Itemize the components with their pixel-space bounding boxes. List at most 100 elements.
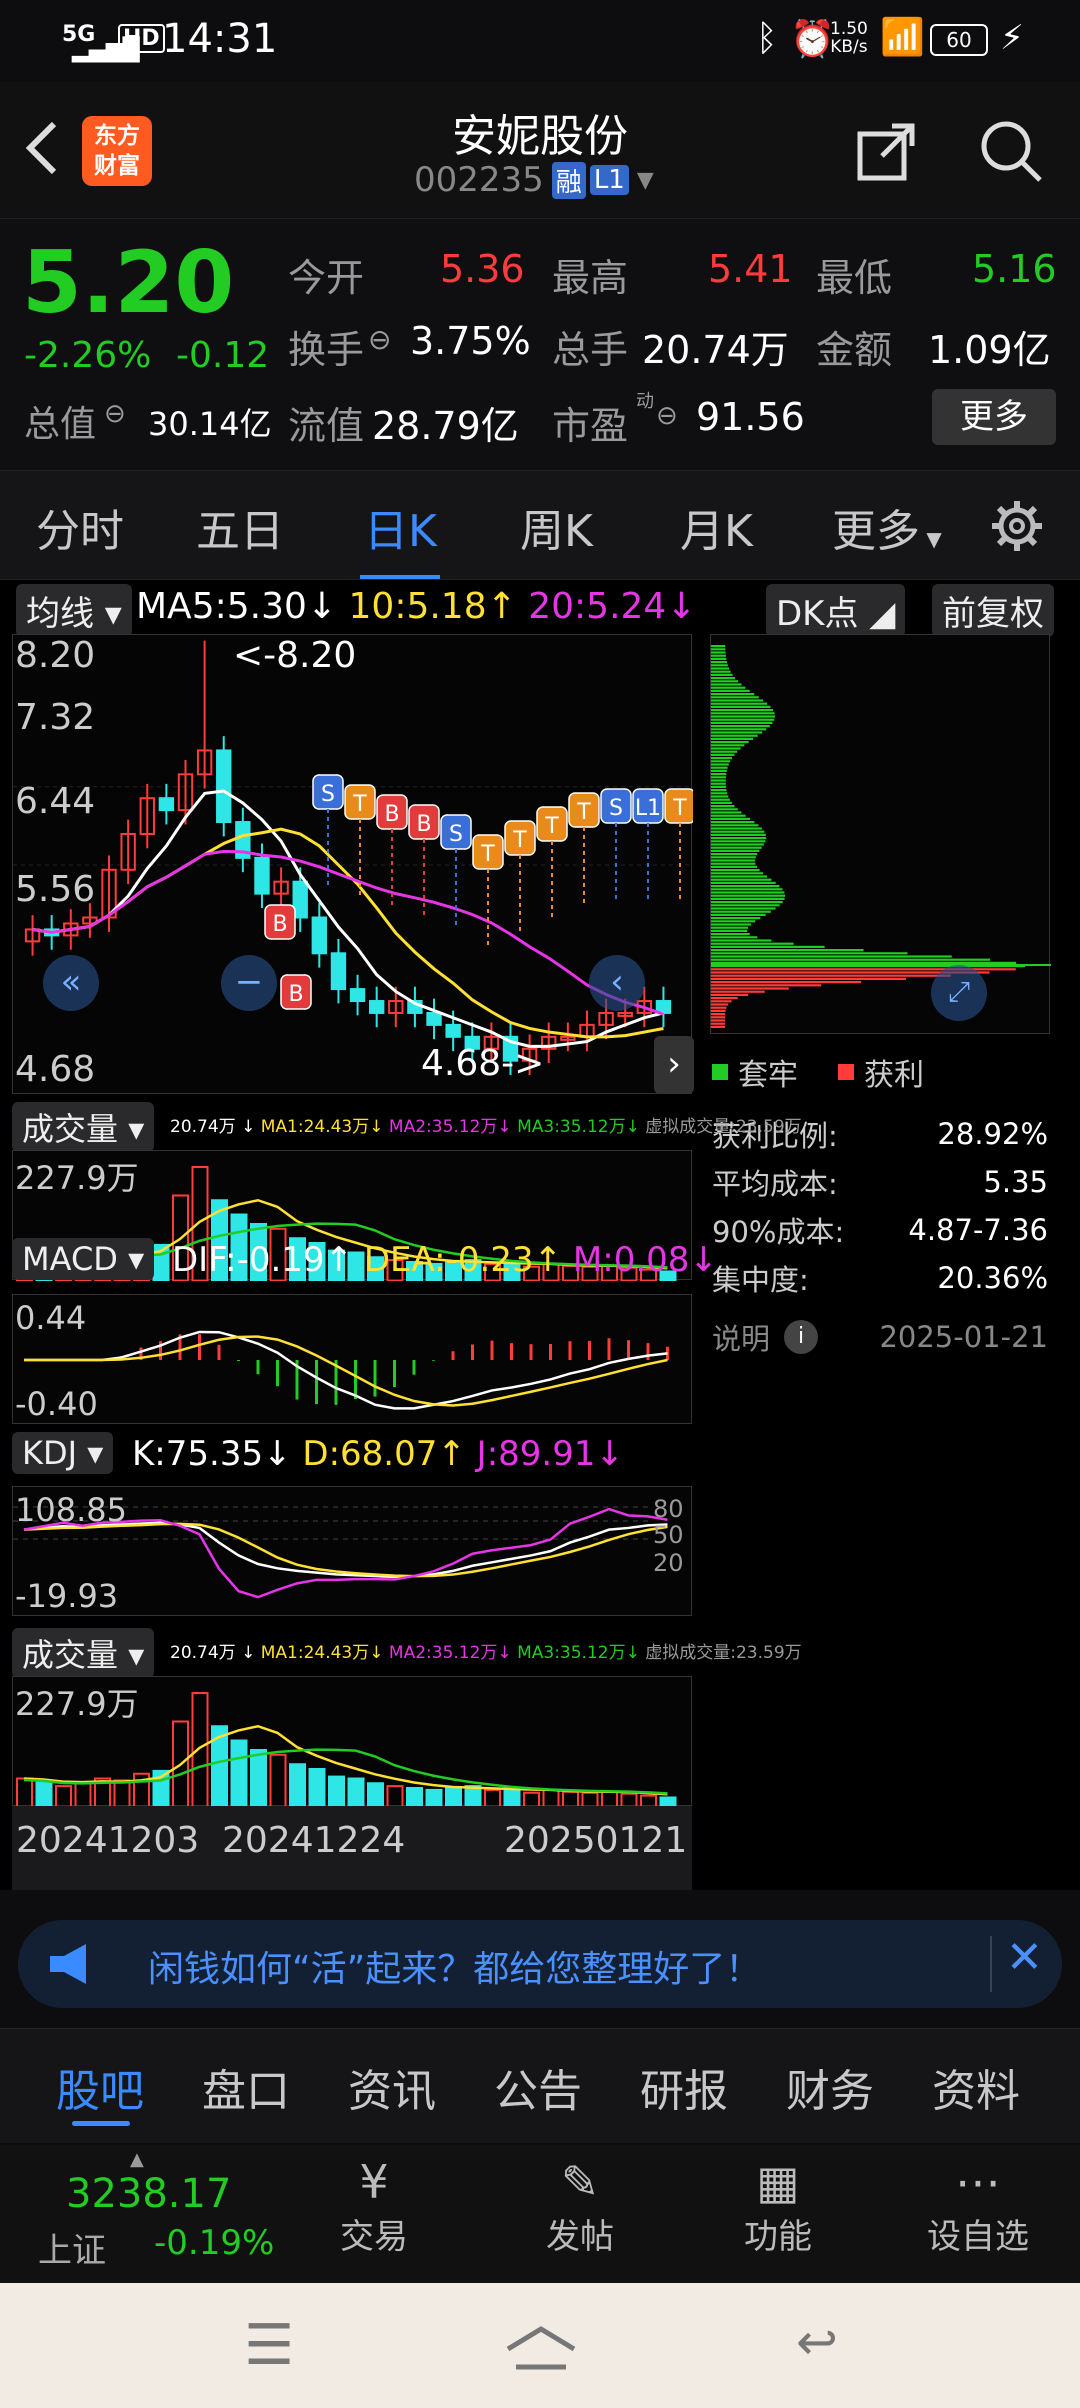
chip-bar xyxy=(711,869,760,872)
macd-selector[interactable]: MACD ▾ xyxy=(12,1238,155,1280)
change-percent: -2.26% xyxy=(24,335,152,376)
chip-bar xyxy=(711,910,771,913)
chip-bar xyxy=(711,705,771,708)
chart-area: 均线 ▾ MA5:5.30↓ 10:5.18↑ 20:5.24↓ DK点 ◢ 前… xyxy=(0,580,1080,1890)
tab-news[interactable]: 资讯 xyxy=(348,2055,436,2119)
volume2-panel[interactable]: 227.9万 xyxy=(12,1676,692,1809)
expand-icon[interactable]: ⤢ xyxy=(931,965,987,1021)
legend-swatch-red xyxy=(838,1064,854,1080)
trade-button[interactable]: ¥ 交易 xyxy=(330,2155,418,2258)
chip-bar xyxy=(711,1000,732,1003)
macd-panel[interactable]: 0.44 -0.40 xyxy=(12,1294,692,1424)
tab-financials[interactable]: 财务 xyxy=(786,2055,874,2119)
expand-arrow-icon[interactable]: › xyxy=(654,1036,694,1094)
chip-bar xyxy=(711,875,768,878)
ma-selector[interactable]: 均线 ▾ xyxy=(16,584,132,637)
info-icon[interactable]: ⊖ xyxy=(368,323,391,356)
charging-icon: ⚡ xyxy=(1000,18,1024,58)
zoom-out-icon[interactable]: − xyxy=(221,955,277,1011)
chip-bar xyxy=(711,917,761,920)
chip-bar xyxy=(711,750,738,753)
kdj-selector[interactable]: KDJ ▾ xyxy=(12,1432,114,1474)
info-icon[interactable]: i xyxy=(784,1320,819,1354)
tab-orderbook[interactable]: 盘口 xyxy=(202,2055,290,2119)
signal-label: T xyxy=(672,796,687,821)
chip-distribution-panel[interactable]: ⤢ xyxy=(710,634,1051,1034)
more-button[interactable]: 更多 xyxy=(932,389,1056,445)
alarm-icon: ⏰ xyxy=(790,19,835,60)
chip-bar xyxy=(711,760,731,763)
post-button[interactable]: ✎ 发帖 xyxy=(530,2155,630,2258)
candle-body xyxy=(330,952,347,991)
close-icon[interactable]: ✕ xyxy=(1006,1932,1043,1983)
kdj-level-50: 50 xyxy=(653,1521,684,1549)
period-tabs: 分时 五日 日K 周K 月K 更多 ▼ xyxy=(0,470,1080,580)
note-row: 说明 i 2025-01-21 xyxy=(712,1302,1048,1372)
chip-bar xyxy=(711,1003,729,1006)
back-nav-icon[interactable]: ↩ xyxy=(796,2313,838,2371)
chip-bar xyxy=(711,776,726,779)
chip-bar xyxy=(711,798,730,801)
high-value: 5.41 xyxy=(708,247,793,291)
kdj-panel[interactable]: 108.85 -19.93 80 50 20 xyxy=(12,1486,692,1616)
volume2-ma-values: 20.74万 ↓ MA1:24.43万↓ MA2:35.12万↓ MA3:35.… xyxy=(170,1643,802,1663)
chip-bar xyxy=(711,814,746,817)
add-watchlist-button[interactable]: ⋯ 设自选 xyxy=(918,2155,1038,2258)
search-icon[interactable] xyxy=(978,118,1044,184)
chip-bar xyxy=(711,680,739,683)
chip-bar xyxy=(711,878,772,881)
kdj-bottom-tick: -19.93 xyxy=(15,1577,119,1615)
volume2-selector[interactable]: 成交量 ▾ xyxy=(12,1628,155,1678)
chip-bar xyxy=(711,757,733,760)
stock-code-row[interactable]: 002235 融 L1 ▼ xyxy=(414,160,654,200)
y-tick: 6.44 xyxy=(15,781,96,822)
tab-announcements[interactable]: 公告 xyxy=(494,2055,582,2119)
turnover-label: 换手 xyxy=(288,328,365,372)
chip-bar xyxy=(711,901,783,904)
tab-daily-k[interactable]: 日K xyxy=(364,495,437,559)
index-ticker[interactable]: ▲ 3238.17 上证 -0.19% xyxy=(30,2145,290,2283)
chip-bar xyxy=(711,689,750,692)
scroll-right-icon[interactable]: ‹ xyxy=(589,955,645,1011)
chip-bar xyxy=(711,795,729,798)
scroll-left-icon[interactable]: « xyxy=(43,955,99,1011)
signal-label: T xyxy=(544,814,559,839)
settings-gear-icon[interactable] xyxy=(990,499,1044,553)
candle-body xyxy=(349,988,366,1003)
candle-body xyxy=(445,1023,461,1038)
chip-bar xyxy=(711,718,775,721)
volume-bar xyxy=(464,1785,482,1808)
tab-profile[interactable]: 资料 xyxy=(932,2055,1020,2119)
tab-forum[interactable]: 股吧 xyxy=(56,2055,144,2119)
tab-five-day[interactable]: 五日 xyxy=(196,495,284,559)
functions-button[interactable]: ▦ 功能 xyxy=(728,2155,828,2258)
tab-research[interactable]: 研报 xyxy=(640,2055,728,2119)
tab-monthly-k[interactable]: 月K xyxy=(680,495,753,559)
adjust-button[interactable]: 前复权 xyxy=(932,584,1054,637)
chip-bar xyxy=(711,808,738,811)
tab-intraday[interactable]: 分时 xyxy=(36,495,124,559)
chip-bar xyxy=(711,1022,726,1025)
dk-point-button[interactable]: DK点 ◢ xyxy=(766,584,906,637)
info-icon[interactable]: ⊖ xyxy=(656,401,678,431)
volume-bar xyxy=(289,1763,306,1808)
tab-weekly-k[interactable]: 周K xyxy=(520,495,593,559)
tab-more[interactable]: 更多 ▼ xyxy=(832,495,942,559)
margin-badge: 融 xyxy=(551,161,586,199)
notice-banner[interactable]: 闲钱如何“活”起来？都给您整理好了！ ✕ xyxy=(18,1920,1062,2008)
volume-selector[interactable]: 成交量 ▾ xyxy=(12,1102,155,1152)
bluetooth-icon: ᛒ xyxy=(756,18,778,59)
chip-legend: 套牢 获利 xyxy=(712,1050,924,1094)
date-axis: 20241203 20241224 20250121 xyxy=(12,1806,692,1890)
chip-bar xyxy=(711,862,756,865)
chip-bar xyxy=(711,952,908,955)
chip-bar xyxy=(711,974,951,977)
home-icon[interactable] xyxy=(504,2323,578,2373)
kline-panel[interactable]: STBBSTTTTSL1TTSBB 8.20 7.32 6.44 5.56 4.… xyxy=(12,634,760,1094)
info-icon[interactable]: ⊖ xyxy=(104,399,126,429)
chip-bar xyxy=(711,683,742,686)
menu-icon[interactable]: ☰ xyxy=(244,2313,294,2378)
signal-label: B xyxy=(288,982,303,1007)
kdj-values: K:75.35↓ D:68.07↑ J:89.91↓ xyxy=(132,1434,624,1474)
share-icon[interactable] xyxy=(856,120,918,182)
